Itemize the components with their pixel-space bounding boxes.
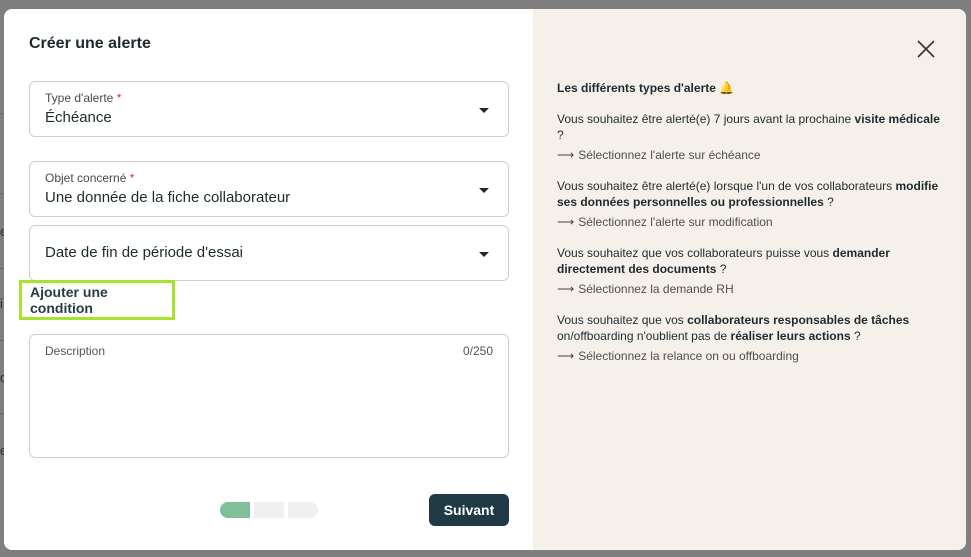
help-question: Vous souhaitez que vos collaborateurs pu…: [557, 246, 890, 276]
alert-type-select[interactable]: Type d'alerte * Échéance: [29, 81, 509, 137]
step-indicator: [220, 502, 318, 518]
data-field-value: Date de fin de période d'essai: [45, 244, 243, 261]
alert-type-label: Type d'alerte *: [45, 91, 122, 105]
close-icon[interactable]: [916, 39, 936, 59]
alert-type-value: Échéance: [45, 109, 112, 126]
object-label: Objet concerné *: [45, 171, 135, 185]
chevron-down-icon: [479, 108, 489, 113]
help-answer: ⟶ Sélectionnez l'alerte sur échéance: [557, 148, 761, 162]
help-answer: ⟶ Sélectionnez la relance on ou offboardi…: [557, 349, 799, 363]
help-item: Vous souhaitez que vos collaborateurs pu…: [557, 245, 947, 296]
step-3: [288, 502, 318, 518]
form-panel: Créer une alerte Type d'alerte * Échéanc…: [4, 9, 533, 550]
help-panel: Les différents types d'alerte 🔔 Vous sou…: [533, 9, 966, 550]
arrow-right-icon: ⟶: [557, 215, 575, 229]
next-button[interactable]: Suivant: [429, 494, 509, 526]
object-value: Une donnée de la fiche collaborateur: [45, 189, 291, 206]
chevron-down-icon: [479, 188, 489, 193]
help-answer: ⟶ Sélectionnez l'alerte sur modification: [557, 215, 773, 229]
modal-title: Créer une alerte: [29, 35, 151, 52]
help-question: Vous souhaitez être alerté(e) lorsque l'…: [557, 179, 939, 209]
chevron-down-icon: [479, 252, 489, 257]
description-textarea[interactable]: Description 0/250: [29, 334, 509, 458]
arrow-right-icon: ⟶: [557, 349, 575, 363]
bell-icon: 🔔: [719, 81, 735, 95]
help-answer: ⟶ Sélectionnez la demande RH: [557, 282, 734, 296]
character-counter: 0/250: [462, 344, 493, 358]
step-2: [254, 502, 284, 518]
arrow-right-icon: ⟶: [557, 282, 575, 296]
add-condition-button[interactable]: Ajouter une condition: [19, 280, 175, 320]
help-item: Vous souhaitez être alerté(e) 7 jours av…: [557, 111, 947, 162]
help-title: Les différents types d'alerte 🔔: [557, 81, 735, 95]
help-item: Vous souhaitez que vos collaborateurs re…: [557, 312, 947, 363]
help-question: Vous souhaitez être alerté(e) 7 jours av…: [557, 112, 940, 142]
description-placeholder: Description: [45, 344, 106, 358]
arrow-right-icon: ⟶: [557, 148, 575, 162]
object-select[interactable]: Objet concerné * Une donnée de la fiche …: [29, 161, 509, 217]
data-field-select[interactable]: Date de fin de période d'essai: [29, 225, 509, 281]
help-question: Vous souhaitez que vos collaborateurs re…: [557, 313, 910, 343]
create-alert-modal: Créer une alerte Type d'alerte * Échéanc…: [4, 9, 966, 550]
help-item: Vous souhaitez être alerté(e) lorsque l'…: [557, 178, 947, 229]
alert-types-help: Les différents types d'alerte 🔔 Vous sou…: [557, 81, 947, 379]
step-1-active: [220, 502, 250, 518]
